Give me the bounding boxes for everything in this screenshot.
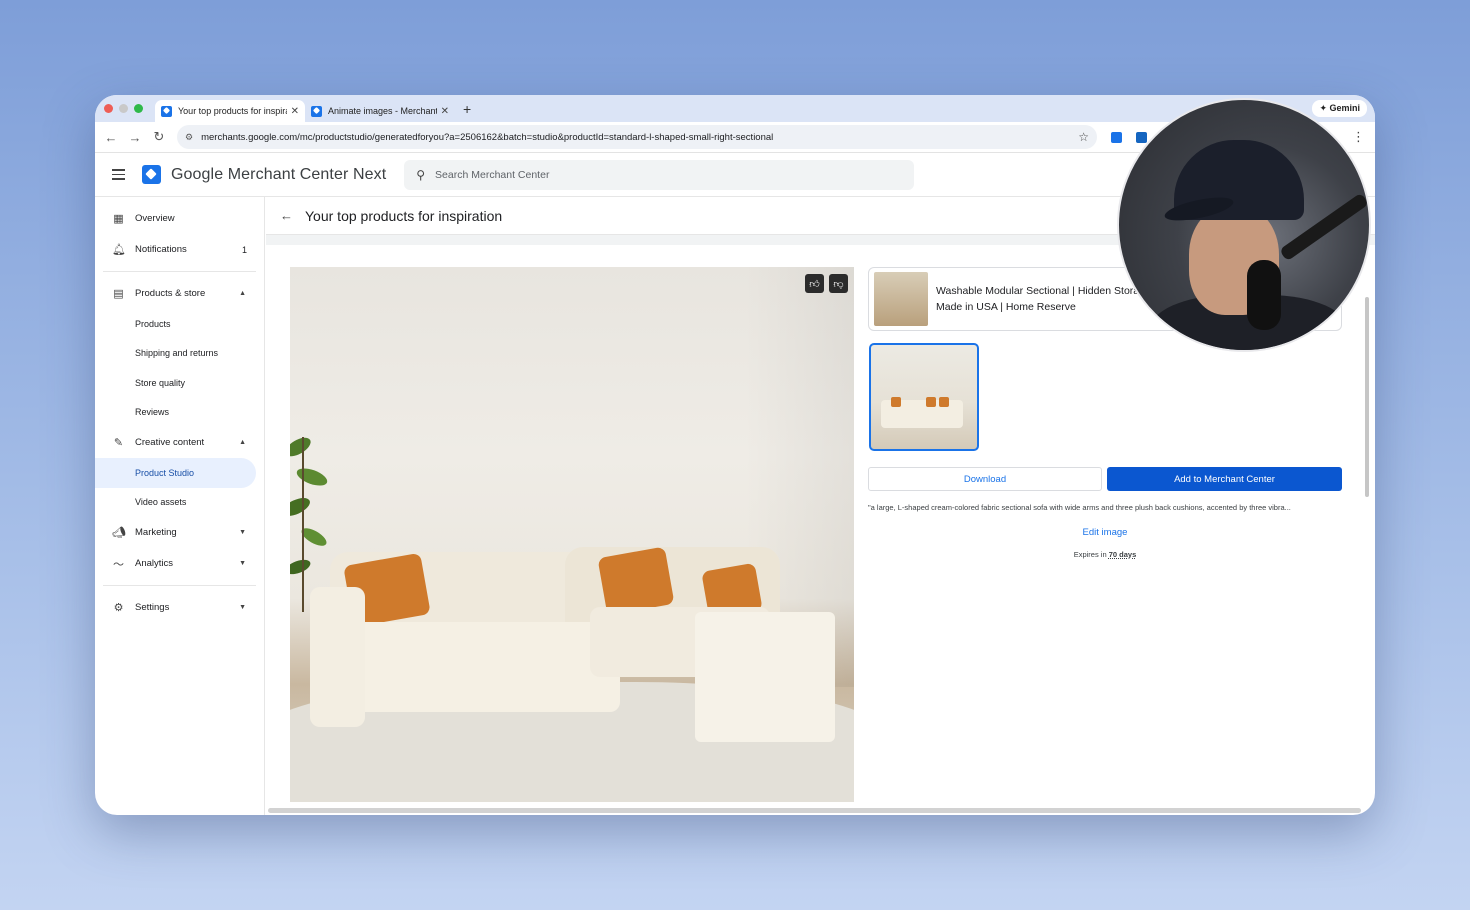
- browser-menu-icon[interactable]: ⋮: [1352, 129, 1365, 145]
- tab-title: Your top products for inspirat: [178, 106, 287, 116]
- store-icon: ▤: [113, 288, 124, 300]
- orange-pillow: [597, 546, 675, 616]
- chevron-down-icon: ▼: [239, 604, 246, 611]
- tab-title: Animate images - Merchant C: [328, 106, 437, 116]
- page-title: Your top products for inspiration: [305, 207, 503, 224]
- notification-count-badge: 1: [241, 244, 247, 255]
- expires-value: 70 days: [1108, 550, 1137, 559]
- sidebar-item-marketing[interactable]: 📣︎ Marketing ▼: [95, 517, 264, 548]
- selected-image-thumbnail[interactable]: [869, 343, 979, 451]
- minimize-window-button[interactable]: [119, 104, 128, 113]
- edit-image-link[interactable]: Edit image: [868, 527, 1342, 538]
- main-menu-icon[interactable]: [112, 169, 125, 180]
- sidebar-item-reviews[interactable]: Reviews: [95, 398, 264, 428]
- extension-tag-icon[interactable]: [1111, 131, 1122, 143]
- merchant-center-logo-icon: [142, 165, 161, 184]
- sidebar-item-store-quality[interactable]: Store quality: [95, 368, 264, 398]
- thumbs-down-icon[interactable]: 👎︎: [829, 274, 848, 293]
- window-controls: [104, 104, 143, 113]
- new-tab-button[interactable]: +: [463, 101, 471, 117]
- dashboard-icon: ▦: [113, 213, 124, 225]
- chevron-up-icon: ▲: [239, 290, 246, 297]
- mini-pillow: [926, 397, 936, 407]
- sidebar: ▦ Overview 🔔︎ Notifications 1 ▤ Products…: [95, 197, 265, 815]
- url-text[interactable]: merchants.google.com/mc/productstudio/ge…: [201, 132, 1078, 143]
- download-button[interactable]: Download: [868, 467, 1102, 491]
- sidebar-item-shipping[interactable]: Shipping and returns: [95, 339, 264, 369]
- mini-pillow: [891, 397, 901, 407]
- expires-prefix: Expires in: [1073, 550, 1107, 559]
- site-settings-icon[interactable]: ⚙: [185, 132, 193, 143]
- product-thumbnail: [874, 272, 928, 326]
- sidebar-item-label: Overview: [135, 213, 175, 224]
- chevron-down-icon: ▼: [239, 529, 246, 536]
- back-arrow-icon[interactable]: ←: [99, 130, 123, 145]
- chevron-up-icon: ▲: [239, 439, 246, 446]
- close-tab-icon[interactable]: ✕: [441, 106, 449, 117]
- sidebar-item-label: Settings: [135, 602, 170, 613]
- forward-arrow-icon[interactable]: →: [123, 130, 147, 145]
- sidebar-item-settings[interactable]: ⚙ Settings ▼: [95, 592, 264, 623]
- search-placeholder: Search Merchant Center: [435, 168, 550, 181]
- merchant-center-favicon-icon: [161, 105, 172, 117]
- product-title: Washable Modular Sectional | Hidden Stor…: [936, 285, 1145, 313]
- sidebar-item-analytics[interactable]: 〜 Analytics ▼: [95, 548, 264, 579]
- webcam-overlay: [1117, 98, 1371, 352]
- sidebar-item-products[interactable]: Products: [95, 309, 264, 339]
- sidebar-item-label: Notifications: [135, 244, 187, 255]
- app-brand: Google Merchant Center Next: [171, 165, 387, 183]
- gemini-label: Gemini: [1329, 103, 1360, 113]
- feedback-buttons: 👍︎ 👎︎: [805, 274, 848, 293]
- extension-icon[interactable]: [1136, 131, 1147, 143]
- tab-animate-images[interactable]: Animate images - Merchant C ✕: [305, 100, 455, 122]
- sidebar-item-overview[interactable]: ▦ Overview: [95, 203, 264, 234]
- sidebar-item-notifications[interactable]: 🔔︎ Notifications 1: [95, 234, 264, 265]
- bell-icon: 🔔︎: [112, 244, 126, 256]
- sidebar-item-video-assets[interactable]: Video assets: [95, 488, 264, 518]
- sidebar-divider: [103, 271, 256, 272]
- sidebar-divider: [103, 585, 256, 586]
- sidebar-item-product-studio[interactable]: Product Studio: [95, 458, 256, 488]
- sidebar-item-label: Marketing: [135, 527, 177, 538]
- search-icon: ⚲: [416, 167, 426, 182]
- sofa-arm-left: [310, 587, 365, 727]
- sidebar-item-creative-content[interactable]: ✎ Creative content ▲: [95, 427, 264, 458]
- reload-icon[interactable]: ↻: [147, 129, 171, 145]
- magic-wand-icon: ✎: [113, 437, 124, 449]
- trend-line-icon: 〜: [113, 558, 124, 571]
- generated-product-image[interactable]: 👍︎ 👎︎: [290, 267, 854, 802]
- sidebar-item-products-store[interactable]: ▤ Products & store ▲: [95, 278, 264, 309]
- vertical-scrollbar[interactable]: [1365, 297, 1369, 497]
- close-window-button[interactable]: [104, 104, 113, 113]
- merchant-center-favicon-icon: [311, 105, 322, 117]
- chevron-down-icon: ▼: [239, 560, 246, 567]
- megaphone-icon: 📣︎: [112, 527, 126, 539]
- mini-pillow: [939, 397, 949, 407]
- sidebar-item-label: Products & store: [135, 288, 206, 299]
- sofa-arm-right: [695, 612, 835, 742]
- gemini-button[interactable]: ✦ Gemini: [1312, 100, 1367, 117]
- back-arrow-icon[interactable]: ←: [280, 208, 293, 223]
- microphone: [1247, 260, 1281, 330]
- sidebar-item-label: Analytics: [135, 558, 174, 569]
- maximize-window-button[interactable]: [134, 104, 143, 113]
- sofa-seat-left: [330, 622, 620, 712]
- sidebar-item-label: Creative content: [135, 437, 205, 448]
- address-bar[interactable]: ⚙ merchants.google.com/mc/productstudio/…: [177, 125, 1097, 149]
- thumbs-up-icon[interactable]: 👍︎: [805, 274, 824, 293]
- image-description: "a large, L-shaped cream-colored fabric …: [868, 503, 1291, 512]
- tab-top-products[interactable]: Your top products for inspirat ✕: [155, 100, 305, 122]
- add-to-merchant-center-button[interactable]: Add to Merchant Center: [1107, 467, 1342, 491]
- expiry-text: Expires in 70 days: [868, 550, 1342, 559]
- search-input[interactable]: ⚲ Search Merchant Center: [404, 159, 915, 190]
- horizontal-scrollbar[interactable]: [268, 808, 1361, 813]
- close-tab-icon[interactable]: ✕: [291, 106, 299, 117]
- gear-icon: ⚙: [113, 602, 124, 614]
- bookmark-star-icon[interactable]: ☆: [1078, 130, 1089, 144]
